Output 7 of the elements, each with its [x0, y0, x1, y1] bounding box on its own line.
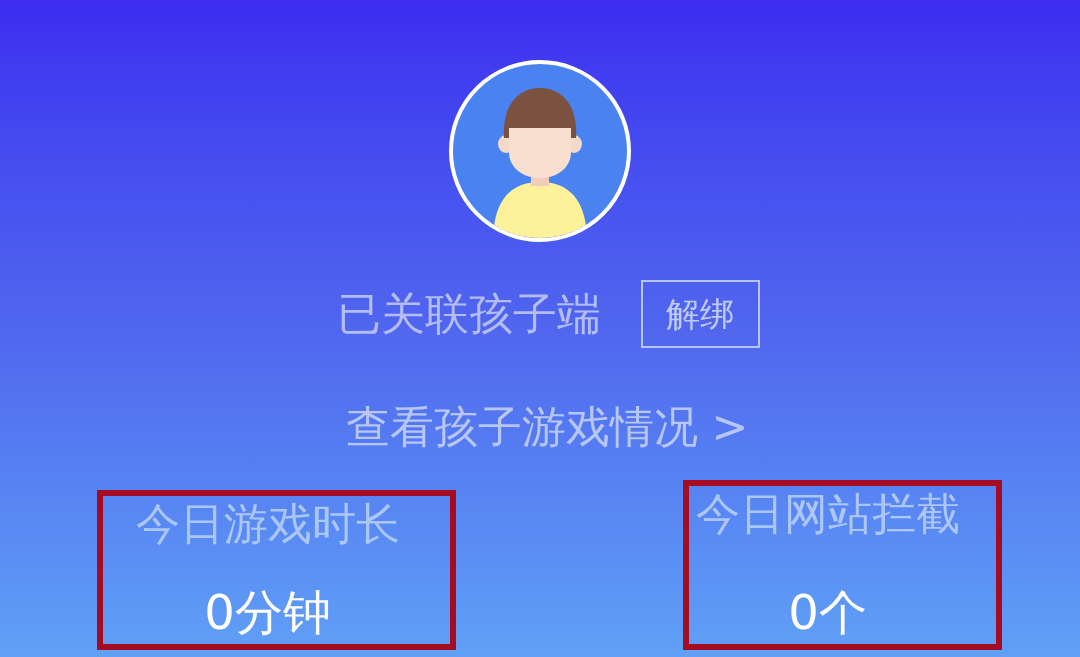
view-game-status-link[interactable]: 查看孩子游戏情况 >	[345, 401, 749, 454]
stat-value: 0个	[788, 584, 867, 642]
stat-label: 今日网站拦截	[695, 488, 960, 541]
stat-label: 今日游戏时长	[135, 498, 400, 551]
linked-status-text: 已关联孩子端	[336, 287, 601, 341]
stat-value: 0分钟	[204, 584, 331, 642]
unbind-button[interactable]: 解绑	[640, 280, 760, 348]
